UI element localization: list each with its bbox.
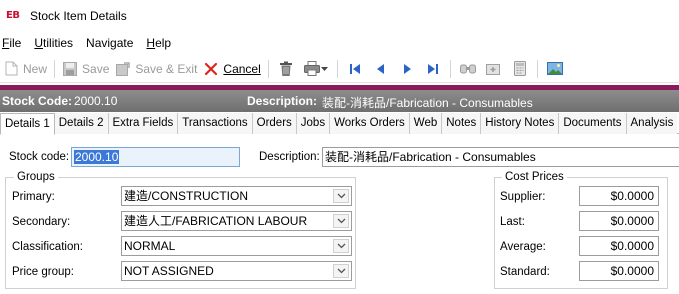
save-exit-icon [115,61,131,77]
chevron-down-icon[interactable] [333,239,349,253]
tab-extra-fields[interactable]: Extra Fields [108,113,179,134]
chevron-down-icon[interactable] [333,214,349,228]
secondary-label: Secondary: [12,216,71,228]
tab-orders[interactable]: Orders [252,113,297,134]
app-logo: EB [6,10,22,22]
save-button[interactable]: Save [59,58,112,80]
menu-navigate[interactable]: Navigate [86,36,133,50]
tab-jobs[interactable]: Jobs [296,113,331,134]
toolbar-separator [336,59,338,78]
supplier-label: Supplier: [500,191,546,203]
image-icon[interactable] [546,60,564,78]
description-input[interactable]: 装配-消耗品/Fabrication - Consumables [322,147,679,167]
menu-utilities-label: tilities [43,36,74,50]
add-item-icon[interactable] [485,60,503,78]
stock-code-input[interactable]: 2000.10 [71,147,240,167]
tab-works-orders[interactable]: Works Orders [330,113,410,134]
save-disk-icon [62,61,78,77]
supplier-cost-value: $0.0000 [610,189,654,203]
print-icon[interactable] [303,60,321,78]
average-cost-value: $0.0000 [610,239,654,253]
secondary-select[interactable]: 建造人工/FABRICATION LABOUR [121,211,352,231]
average-cost-field[interactable]: $0.0000 [579,236,659,256]
print-dropdown-chevron-icon[interactable] [321,60,329,78]
tab-strip: Details 1 Details 2 Extra Fields Transac… [0,113,679,135]
cost-prices-title: Cost Prices [502,171,567,183]
standard-cost-value: $0.0000 [610,264,654,278]
menu-utilities-mnemonic: U [34,36,44,50]
menu-help-label: elp [155,36,172,50]
new-button-label: New [23,61,48,76]
find-icon[interactable] [459,60,477,78]
classification-select[interactable]: NORMAL [121,236,352,256]
stock-code-value: 2000.10 [74,150,120,164]
header-stock-code-label: Stock Code: [2,94,73,108]
save-button-label: Save [82,61,110,76]
menu-help-mnemonic: H [146,36,156,50]
price-group-select[interactable]: NOT ASSIGNED [121,261,352,281]
menu-utilities[interactable]: Utilities [34,36,73,50]
last-label: Last: [500,216,525,228]
primary-select[interactable]: 建造/CONSTRUCTION [121,186,352,206]
menu-help[interactable]: Help [146,36,171,50]
average-label: Average: [500,241,546,253]
price-group-value: NOT ASSIGNED [124,264,214,278]
supplier-cost-field[interactable]: $0.0000 [579,186,659,206]
title-bar: EB Stock Item Details [0,0,679,32]
description-label: Description: [259,151,320,163]
new-button[interactable]: New [0,58,50,80]
price-group-label: Price group: [12,266,75,278]
toolbar-separator [54,59,56,78]
last-cost-value: $0.0000 [610,214,654,228]
toolbar-separator [536,59,538,78]
primary-value: 建造/CONSTRUCTION [124,189,248,203]
classification-label: Classification: [12,241,83,253]
toolbar-separator [267,59,269,78]
tab-details-2[interactable]: Details 2 [54,113,109,134]
groups-title: Groups [14,171,58,183]
toolbar: New Save Save & Exit Cancel [0,55,679,83]
tab-notes[interactable]: Notes [442,113,482,134]
tab-analysis[interactable]: Analysis [626,113,678,134]
calculator-icon[interactable] [511,60,529,78]
header-description-value: 装配-消耗品/Fabrication - Consumables [322,96,533,110]
first-record-icon[interactable] [346,60,364,78]
last-cost-field[interactable]: $0.0000 [579,211,659,231]
header-description-label: Description: [247,94,318,108]
menu-bar: File Utilities Navigate Help [0,32,679,54]
tab-web[interactable]: Web [409,113,443,134]
menu-navigate-label: Navigate [86,36,134,50]
classification-value: NORMAL [124,239,176,253]
secondary-value: 建造人工/FABRICATION LABOUR [124,214,308,228]
description-value: 装配-消耗品/Fabrication - Consumables [325,150,536,164]
primary-label: Primary: [12,191,55,203]
new-document-icon [3,61,19,77]
cancel-x-icon [203,61,219,77]
toolbar-separator [449,59,451,78]
previous-record-icon[interactable] [372,60,390,78]
chevron-down-icon[interactable] [333,264,349,278]
menu-file[interactable]: File [2,36,21,50]
last-record-icon[interactable] [424,60,442,78]
delete-trash-icon[interactable] [277,60,295,78]
tab-documents[interactable]: Documents [559,113,627,134]
save-exit-button-label: Save & Exit [135,61,198,76]
save-exit-button[interactable]: Save & Exit [112,58,200,80]
tab-history-notes[interactable]: History Notes [481,113,560,134]
cancel-button-label: Cancel [223,61,261,76]
tab-transactions[interactable]: Transactions [178,113,253,134]
standard-cost-field[interactable]: $0.0000 [579,261,659,281]
header-stock-code-value: 2000.10 [74,94,118,108]
record-header: Stock Code: 2000.10 Description: 装配-消耗品/… [0,90,679,112]
menu-file-label: ile [9,36,22,50]
next-record-icon[interactable] [398,60,416,78]
chevron-down-icon[interactable] [333,189,349,203]
tab-details-1[interactable]: Details 1 [0,113,55,135]
window-title: Stock Item Details [30,9,127,23]
stock-code-label: Stock code: [9,151,70,163]
standard-label: Standard: [500,266,550,278]
cancel-button[interactable]: Cancel [200,58,263,80]
